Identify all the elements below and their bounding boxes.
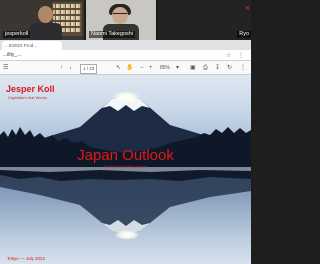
pdf-slide: Jesper Koll Capitalism that Works Japan … — [0, 75, 251, 264]
zoom-level[interactable]: 85% — [160, 64, 170, 72]
rotate-icon[interactable]: ↻ — [227, 64, 232, 72]
participant-name: Naomi Takegoshi — [89, 31, 136, 38]
slide-footer: Tokyo — July 2022 — [7, 256, 46, 261]
slide-subtitle: Par/The Global Roundtable — [104, 165, 147, 169]
meeting-window: jesperkoll Naomi Takegoshi ✕ Ryo ...0/20… — [0, 0, 251, 264]
slide-tagline: Capitalism that Works — [8, 95, 47, 100]
pdf-toolbar: ☰ ↑ ↓ 1 / 23 ↖ ✋ − + 85% ▾ ▣ ⎙ ↧ ↻ ⋮ — [0, 61, 251, 75]
zoom-in-icon[interactable]: + — [149, 64, 153, 72]
hand-tool-icon[interactable]: ✋ — [126, 64, 133, 72]
browser-tab[interactable]: ...0/2022 Prod... — [2, 41, 62, 50]
participant-video-head — [38, 6, 53, 23]
download-icon[interactable]: ↧ — [215, 64, 220, 72]
zoom-out-icon[interactable]: − — [140, 64, 144, 72]
participant-tile-jesperkoll[interactable]: jesperkoll — [0, 0, 84, 40]
sidebar-toggle-icon[interactable]: ☰ — [3, 64, 8, 72]
slide-author: Jesper Koll — [6, 84, 55, 94]
address-bar[interactable]: ...ility_... ☆ ⋮ — [0, 50, 251, 61]
star-icon[interactable]: ☆ — [226, 52, 231, 59]
page-indicator[interactable]: 1 / 23 — [80, 64, 98, 74]
fit-page-icon[interactable]: ▣ — [190, 64, 196, 72]
print-icon[interactable]: ⎙ — [203, 64, 208, 72]
cursor-icon[interactable]: ↖ — [116, 64, 121, 72]
participant-tile-ryo[interactable]: ✕ Ryo — [158, 0, 251, 40]
browser-tab-bar: ...0/2022 Prod... — [0, 40, 251, 50]
menu-icon[interactable]: ⋮ — [238, 52, 244, 59]
participant-name: Ryo — [237, 31, 251, 38]
next-page-icon[interactable]: ↓ — [69, 64, 72, 72]
zoom-dropdown-icon[interactable]: ▾ — [176, 64, 179, 72]
participant-video-body — [30, 23, 62, 40]
participant-video-glasses — [113, 13, 127, 16]
more-options-icon[interactable]: ⋮ — [240, 64, 246, 72]
participant-name: jesperkoll — [3, 31, 31, 38]
previous-page-icon[interactable]: ↑ — [60, 64, 63, 72]
muted-mic-icon: ✕ — [244, 6, 250, 12]
url-text[interactable]: ...ility_... — [3, 52, 21, 58]
slide-title: Japan Outlook — [77, 147, 174, 164]
participants-strip: jesperkoll Naomi Takegoshi ✕ Ryo — [0, 0, 251, 40]
sunburst — [112, 91, 140, 103]
participant-tile-naomi[interactable]: Naomi Takegoshi — [86, 0, 156, 40]
sunburst-reflection — [114, 230, 140, 240]
